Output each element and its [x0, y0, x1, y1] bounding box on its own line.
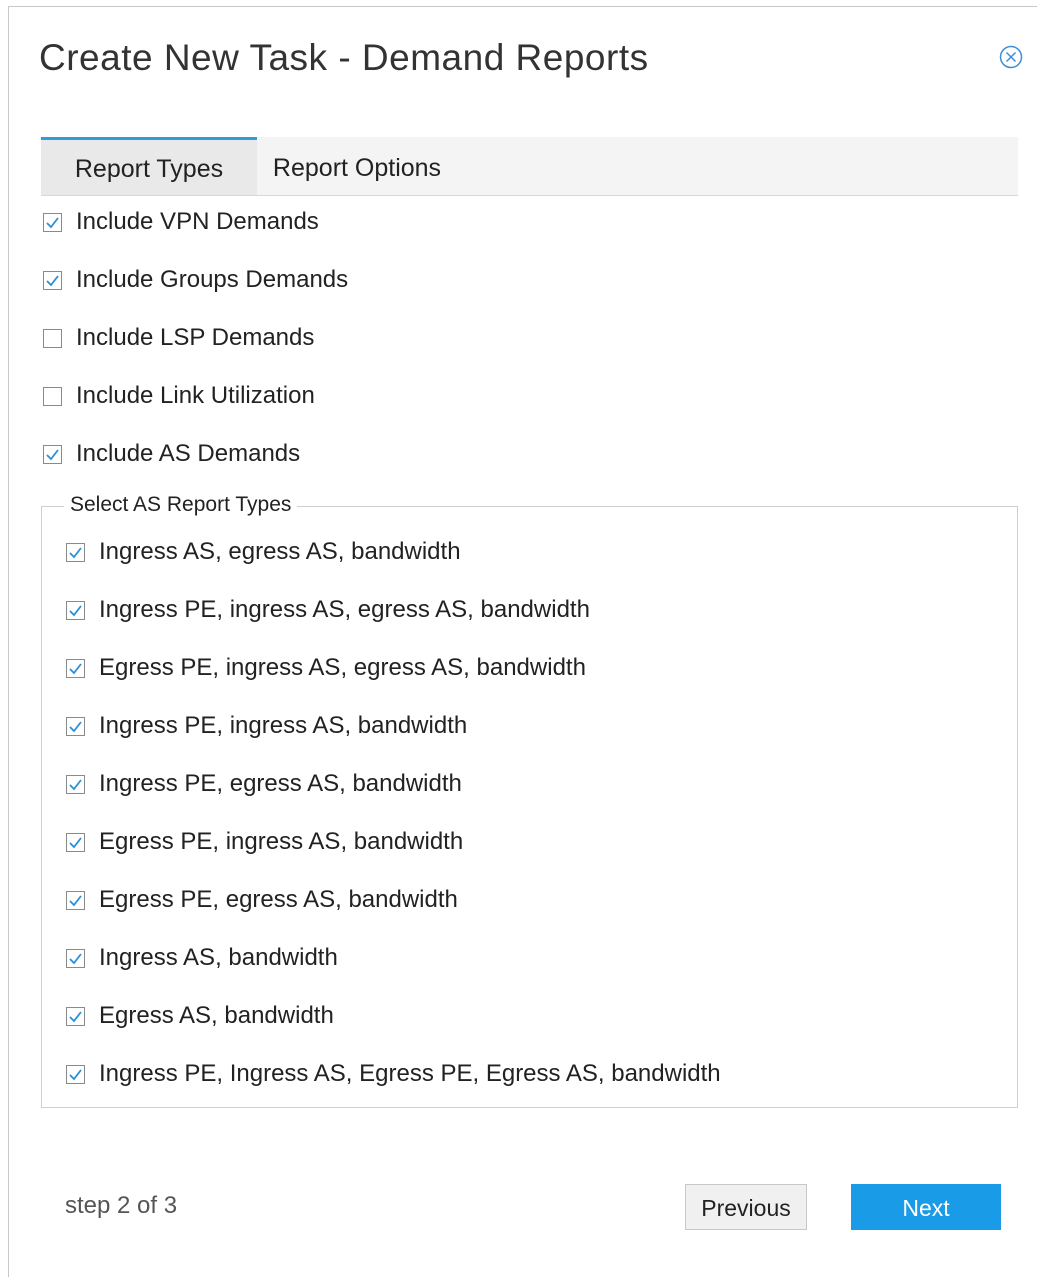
checkbox-checked-icon[interactable]: [43, 212, 62, 232]
as-report-type-item[interactable]: Ingress PE, Ingress AS, Egress PE, Egres…: [66, 1059, 721, 1089]
checkbox-checked-icon[interactable]: [66, 1064, 85, 1084]
checkbox-checked-icon[interactable]: [66, 542, 85, 562]
checkbox-label: Egress PE, ingress AS, egress AS, bandwi…: [99, 654, 586, 681]
checkbox-checked-icon[interactable]: [66, 658, 85, 678]
as-report-types-legend: Select AS Report Types: [64, 493, 298, 517]
include-groups-demands-checkbox[interactable]: Include Groups Demands: [43, 265, 348, 295]
as-report-type-item[interactable]: Ingress AS, bandwidth: [66, 943, 338, 973]
previous-button[interactable]: Previous: [685, 1184, 807, 1230]
as-report-type-item[interactable]: Ingress PE, egress AS, bandwidth: [66, 769, 462, 799]
checkbox-label: Include VPN Demands: [76, 208, 319, 235]
checkbox-label: Include Groups Demands: [76, 266, 349, 293]
as-report-types-group: Select AS Report Types Ingress AS, egres…: [41, 493, 1018, 1108]
next-button[interactable]: Next: [851, 1184, 1001, 1230]
checkbox-label: Ingress PE, Ingress AS, Egress PE, Egres…: [99, 1060, 721, 1087]
checkbox-label: Ingress PE, ingress AS, egress AS, bandw…: [99, 596, 590, 623]
close-icon[interactable]: [999, 45, 1023, 69]
checkbox-label: Include Link Utilization: [76, 382, 315, 409]
include-vpn-demands-checkbox[interactable]: Include VPN Demands: [43, 207, 319, 237]
checkbox-label: Egress PE, ingress AS, bandwidth: [99, 828, 464, 855]
checkbox-label: Ingress AS, bandwidth: [99, 944, 338, 971]
checkbox-checked-icon[interactable]: [66, 716, 85, 736]
checkbox-checked-icon[interactable]: [43, 444, 62, 464]
tab-report-options[interactable]: Report Options: [257, 137, 457, 195]
checkbox-label: Ingress PE, ingress AS, bandwidth: [99, 712, 468, 739]
as-report-type-item[interactable]: Ingress PE, ingress AS, bandwidth: [66, 711, 467, 741]
as-report-type-item[interactable]: Ingress PE, ingress AS, egress AS, bandw…: [66, 595, 590, 625]
checkbox-unchecked-icon[interactable]: [43, 386, 62, 406]
checkbox-checked-icon[interactable]: [43, 270, 62, 290]
checkbox-checked-icon[interactable]: [66, 948, 85, 968]
checkbox-checked-icon[interactable]: [66, 774, 85, 794]
checkbox-label: Egress PE, egress AS, bandwidth: [99, 886, 458, 913]
checkbox-checked-icon[interactable]: [66, 600, 85, 620]
checkbox-label: Include LSP Demands: [76, 324, 315, 351]
dialog-title: Create New Task - Demand Reports: [39, 37, 649, 78]
checkbox-label: Include AS Demands: [76, 440, 301, 467]
as-report-type-item[interactable]: Egress PE, ingress AS, bandwidth: [66, 827, 463, 857]
checkbox-unchecked-icon[interactable]: [43, 328, 62, 348]
as-report-type-item[interactable]: Egress PE, egress AS, bandwidth: [66, 885, 458, 915]
include-lsp-demands-checkbox[interactable]: Include LSP Demands: [43, 323, 314, 353]
as-report-type-item[interactable]: Ingress AS, egress AS, bandwidth: [66, 537, 461, 567]
tab-report-types[interactable]: Report Types: [41, 137, 257, 195]
checkbox-label: Ingress AS, egress AS, bandwidth: [99, 538, 461, 565]
checkbox-checked-icon[interactable]: [66, 890, 85, 910]
as-report-type-item[interactable]: Egress AS, bandwidth: [66, 1001, 334, 1031]
as-report-type-item[interactable]: Egress PE, ingress AS, egress AS, bandwi…: [66, 653, 586, 683]
checkbox-label: Egress AS, bandwidth: [99, 1002, 334, 1029]
step-indicator: step 2 of 3: [65, 1192, 178, 1219]
checkbox-checked-icon[interactable]: [66, 832, 85, 852]
create-task-dialog: Create New Task - Demand Reports Report …: [8, 6, 1037, 1277]
checkbox-checked-icon[interactable]: [66, 1006, 85, 1026]
include-link-utilization-checkbox[interactable]: Include Link Utilization: [43, 381, 315, 411]
include-as-demands-checkbox[interactable]: Include AS Demands: [43, 439, 300, 469]
checkbox-label: Ingress PE, egress AS, bandwidth: [99, 770, 462, 797]
tab-bar: Report Types Report Options: [41, 137, 1018, 196]
